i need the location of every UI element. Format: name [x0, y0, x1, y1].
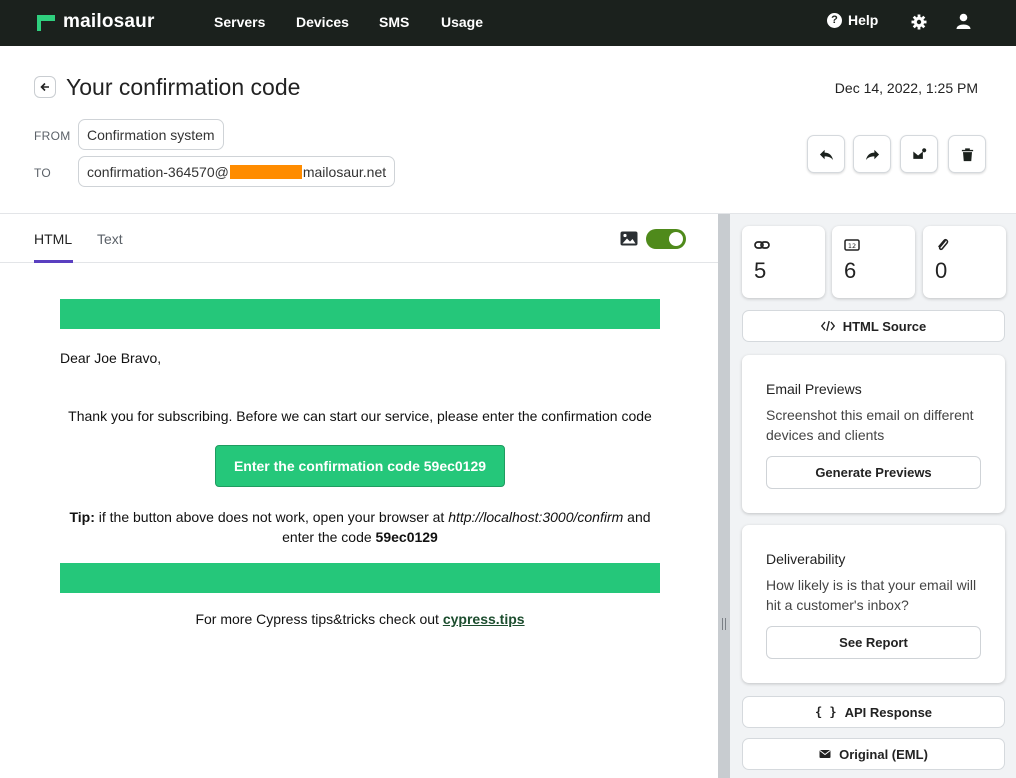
mark-unread-icon [912, 147, 926, 160]
cypress-tips-link[interactable]: cypress.tips [443, 611, 525, 627]
reply-button[interactable] [807, 135, 845, 173]
link-icon [754, 241, 770, 249]
links-count: 5 [754, 258, 767, 283]
deliverability-description: How likely is is that your email will hi… [766, 577, 977, 613]
message-subject: Your confirmation code [66, 74, 301, 100]
user-account-icon[interactable] [956, 13, 971, 29]
links-stat-card[interactable]: 5 [742, 226, 825, 298]
email-previews-card: Email Previews Screenshot this email on … [742, 355, 1005, 513]
message-date: Dec 14, 2022, 1:25 PM [834, 80, 978, 96]
previews-title: Email Previews [766, 381, 862, 397]
email-intro-text: Thank you for subscribing. Before we can… [68, 408, 652, 424]
email-footer-text: For more Cypress tips&tricks check out c… [60, 611, 660, 627]
toggle-knob [669, 232, 683, 246]
help-button[interactable]: ? Help [827, 12, 878, 28]
brand-name: mailosaur [63, 11, 155, 32]
confirm-code-button[interactable]: Enter the confirmation code 59ec0129 [215, 445, 505, 487]
pane-splitter[interactable] [718, 214, 730, 778]
to-label: TO [34, 166, 52, 180]
to-chip[interactable]: confirmation-364570@ mailosaur.net [78, 156, 396, 187]
mailosaur-logo-icon [37, 15, 55, 31]
codes-count: 6 [844, 258, 857, 283]
api-response-label: API Response [844, 704, 933, 720]
original-eml-button[interactable]: Original (EML) [742, 738, 1005, 770]
nav-sms[interactable]: SMS [379, 14, 409, 30]
brand-logo[interactable]: mailosaur [35, 11, 155, 33]
tip-code: 59ec0129 [375, 529, 438, 545]
tab-text[interactable]: Text [97, 231, 123, 247]
previews-description: Screenshot this email on different devic… [766, 407, 974, 443]
original-eml-label: Original (EML) [839, 746, 928, 762]
html-source-button[interactable]: HTML Source [742, 310, 1005, 342]
number-icon: 12 [844, 239, 860, 251]
tip-label: Tip: [69, 509, 95, 525]
codes-stat-card[interactable]: 12 6 [832, 226, 915, 298]
braces-icon: { } [814, 705, 837, 719]
content-tabs: HTML Text [0, 214, 718, 263]
drag-handle-icon[interactable] [722, 618, 726, 630]
nav-servers[interactable]: Servers [214, 14, 265, 30]
svg-text:12: 12 [848, 242, 856, 250]
code-icon [820, 320, 835, 332]
top-nav: mailosaur Servers Devices SMS Usage ? He… [0, 0, 1016, 46]
redaction-mark [229, 164, 302, 179]
api-response-button[interactable]: { } API Response [742, 696, 1005, 728]
message-sidebar: 5 12 6 0 HTML Source Email Previews Scre… [730, 214, 1016, 778]
email-html-body: Dear Joe Bravo, Thank you for subscribin… [0, 263, 718, 778]
email-greeting: Dear Joe Bravo, [60, 350, 162, 366]
show-images-toggle[interactable] [646, 229, 686, 249]
generate-previews-button[interactable]: Generate Previews [766, 456, 981, 489]
help-label: Help [848, 12, 879, 28]
nav-usage[interactable]: Usage [441, 14, 483, 30]
tab-html[interactable]: HTML [34, 231, 72, 247]
delete-button[interactable] [948, 135, 986, 173]
settings-gear-icon[interactable] [911, 14, 927, 30]
nav-devices[interactable]: Devices [296, 14, 349, 30]
paperclip-icon [938, 239, 949, 251]
from-label: FROM [34, 129, 71, 143]
to-address-suffix: mailosaur.net [302, 163, 387, 180]
email-header-bar [60, 299, 660, 329]
mark-unread-button[interactable] [900, 135, 938, 173]
to-address-prefix: confirmation-364570@ [87, 163, 229, 180]
see-report-button[interactable]: See Report [766, 626, 981, 659]
reply-icon [819, 149, 833, 160]
deliverability-title: Deliverability [766, 551, 846, 567]
email-footer-bar [60, 563, 660, 593]
from-address: Confirmation system [87, 126, 215, 143]
envelope-icon [819, 750, 831, 758]
forward-icon [865, 149, 879, 160]
from-chip[interactable]: Confirmation system [78, 119, 224, 150]
image-icon [620, 231, 638, 246]
forward-button[interactable] [853, 135, 891, 173]
trash-icon [961, 147, 973, 161]
help-icon: ? [827, 12, 842, 28]
attachments-stat-card[interactable]: 0 [923, 226, 1006, 298]
more-tips-text: For more Cypress tips&tricks check out [195, 611, 443, 627]
back-button[interactable] [34, 76, 56, 98]
email-tip: Tip: if the button above does not work, … [60, 507, 660, 547]
tip-text: if the button above does not work, open … [94, 509, 449, 525]
html-source-label: HTML Source [842, 318, 927, 334]
tip-url: http://localhost:3000/confirm [448, 509, 624, 525]
arrow-left-icon [40, 82, 49, 92]
deliverability-card: Deliverability How likely is is that you… [742, 525, 1005, 683]
attachments-count: 0 [935, 258, 948, 283]
